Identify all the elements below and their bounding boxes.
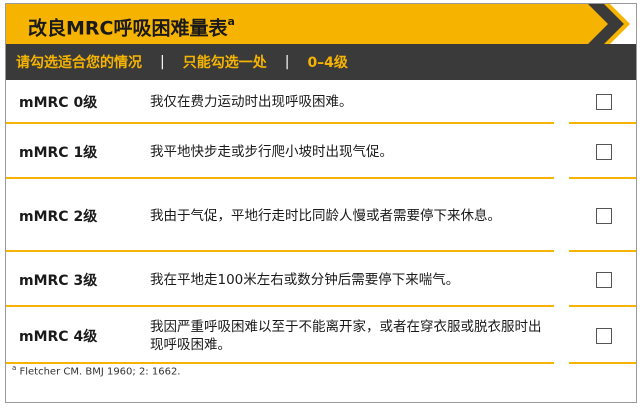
row-description: 我由于气促，平地行走时比同龄人慢或者需要停下来休息。 xyxy=(150,207,501,224)
instruction-separator: | xyxy=(284,54,290,70)
scale-rows: mMRC 0级 我仅在费力运动时出现呼吸困难。 mMRC 1级 我平地快步走或步… xyxy=(6,80,636,364)
page-title: 改良MRC呼吸困难量表a xyxy=(28,4,235,44)
row-level: mMRC 2级 xyxy=(19,208,98,225)
scale-row-3: mMRC 3级 我在平地走100米左右或数分钟后需要停下来喘气。 xyxy=(6,252,636,307)
title-bar: 改良MRC呼吸困难量表a xyxy=(6,4,636,44)
scale-row-2: mMRC 2级 我由于气促，平地行走时比同龄人慢或者需要停下来休息。 xyxy=(6,179,636,252)
row-level: mMRC 1级 xyxy=(19,144,98,161)
row-checkbox[interactable] xyxy=(596,271,612,288)
scale-row-0: mMRC 0级 我仅在费力运动时出现呼吸困难。 xyxy=(6,80,636,124)
instruction-left: 请勾选适合您的情况 xyxy=(16,55,142,71)
title-text: 改良MRC呼吸困难量表 xyxy=(28,17,228,40)
instruction-bar: 请勾选适合您的情况 | 只能勾选一处 | 0–4级 xyxy=(6,44,636,80)
title-footnote-marker: a xyxy=(227,15,235,28)
row-divider xyxy=(569,362,636,364)
chevron-right-icon xyxy=(588,4,636,44)
scale-row-4: mMRC 4级 我因严重呼吸困难以至于不能离开家，或者在穿衣服或脱衣服时出现呼吸… xyxy=(6,307,636,364)
row-checkbox[interactable] xyxy=(596,207,612,224)
row-level: mMRC 4级 xyxy=(19,328,98,345)
row-checkbox[interactable] xyxy=(596,143,612,160)
mmrc-scale-card: 改良MRC呼吸困难量表a 请勾选适合您的情况 | 只能勾选一处 | 0–4级 m… xyxy=(5,3,637,403)
row-description: 我仅在费力运动时出现呼吸困难。 xyxy=(150,94,353,110)
row-checkbox[interactable] xyxy=(596,327,612,344)
row-description: 我因严重呼吸困难以至于不能离开家，或者在穿衣服或脱衣服时出现呼吸困难。 xyxy=(150,318,542,353)
footnote-marker: a xyxy=(12,364,17,372)
instruction-separator: | xyxy=(160,54,165,70)
row-checkbox[interactable] xyxy=(596,94,612,110)
footnote: a Fletcher CM. BMJ 1960; 2: 1662. xyxy=(12,364,181,377)
footnote-text: Fletcher CM. BMJ 1960; 2: 1662. xyxy=(19,366,181,378)
row-description: 我平地快步走或步行爬小坡时出现气促。 xyxy=(150,143,393,160)
row-level: mMRC 0级 xyxy=(19,95,98,111)
instruction-right: 0–4级 xyxy=(307,55,348,71)
row-level: mMRC 3级 xyxy=(19,272,98,289)
row-description: 我在平地走100米左右或数分钟后需要停下来喘气。 xyxy=(150,271,460,288)
scale-row-1: mMRC 1级 我平地快步走或步行爬小坡时出现气促。 xyxy=(6,124,636,179)
instruction-middle: 只能勾选一处 xyxy=(182,55,267,71)
